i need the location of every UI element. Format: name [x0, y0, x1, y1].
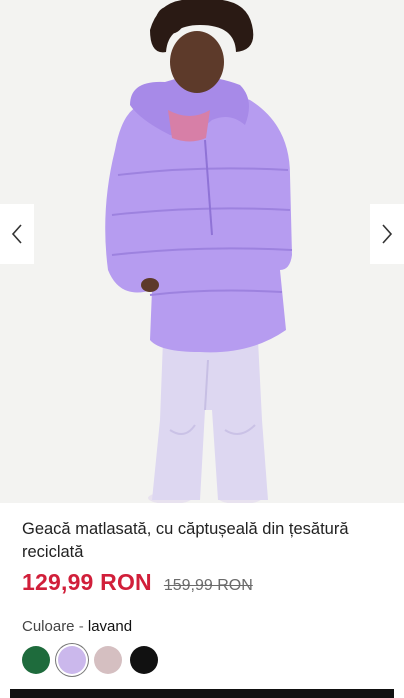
- product-title: Geacă matlasată, cu căptușeală din țesăt…: [22, 520, 349, 561]
- color-label: Culoare - lavand: [22, 618, 392, 635]
- color-separator: -: [74, 618, 88, 635]
- color-swatches: [22, 646, 392, 674]
- product-info: Geacă matlasată, cu căptușeală din țesăt…: [22, 518, 392, 674]
- product-image-gallery[interactable]: [0, 0, 404, 503]
- selected-color-name: lavand: [87, 618, 133, 635]
- add-to-cart-bar[interactable]: [10, 689, 394, 698]
- swatch-dusty-pink[interactable]: [94, 646, 122, 674]
- chevron-right-icon: [382, 224, 393, 244]
- next-image-button[interactable]: [370, 204, 404, 264]
- price-row: 129,99 RON 159,99 RON: [22, 569, 392, 596]
- chevron-left-icon: [11, 224, 22, 244]
- old-price: 159,99 RON: [163, 577, 253, 594]
- product-photo: [0, 0, 404, 503]
- swatch-green[interactable]: [22, 646, 50, 674]
- swatch-black[interactable]: [130, 646, 158, 674]
- swatch-lavender[interactable]: [58, 646, 86, 674]
- current-price: 129,99 RON: [22, 569, 152, 595]
- previous-image-button[interactable]: [0, 204, 34, 264]
- color-label-text: Culoare: [22, 618, 75, 635]
